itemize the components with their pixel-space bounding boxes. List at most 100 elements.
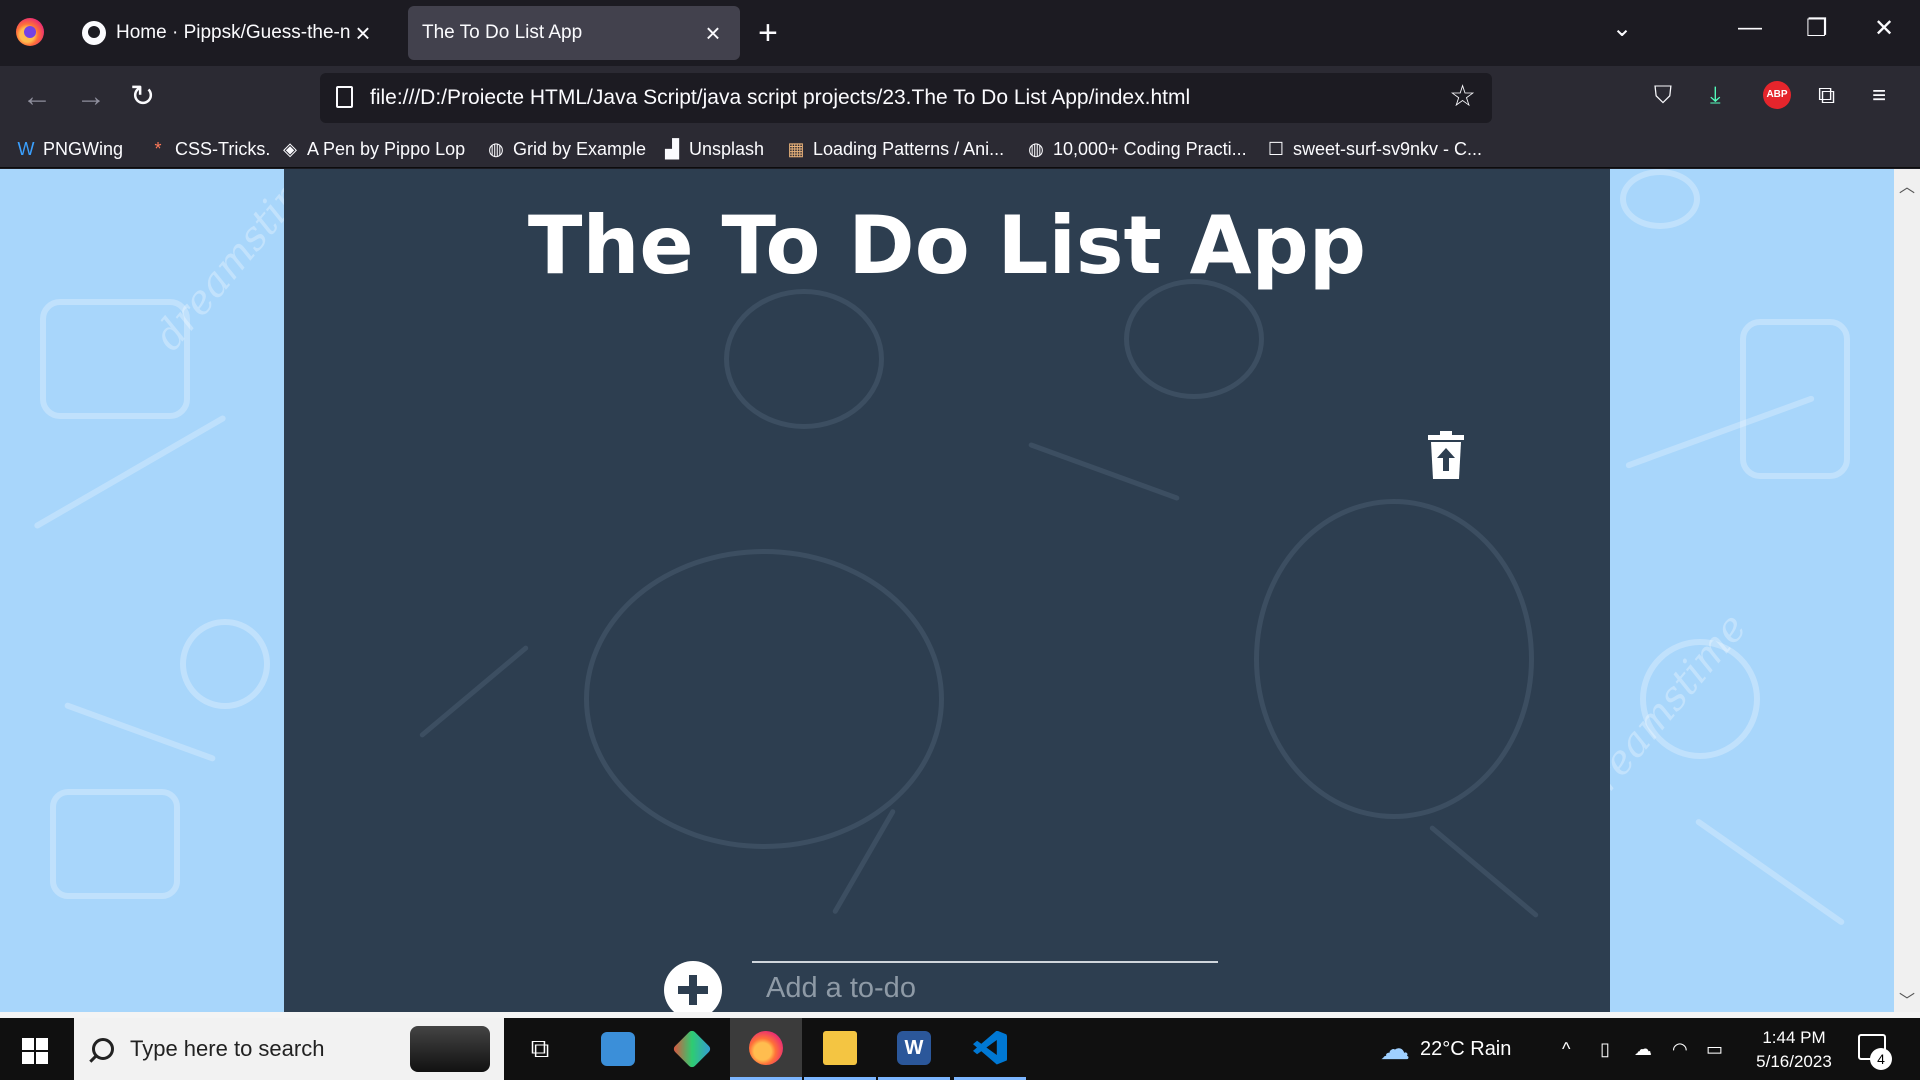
menu-icon[interactable]: ≡ (1872, 82, 1886, 110)
download-icon[interactable]: ⤓ (1710, 82, 1721, 110)
firefox-logo-icon[interactable] (16, 18, 44, 46)
bookmark-codepen[interactable]: ◈ A Pen by Pippo Lop (280, 136, 465, 162)
taskbar-app-explorer[interactable] (804, 1018, 876, 1080)
page-viewport: dreamstime dreamstime The To Do List App (0, 169, 1894, 1012)
background-doodle (1254, 499, 1534, 819)
bookmark-label: Grid by Example (513, 138, 647, 159)
taskbar-search[interactable]: Type here to search (74, 1018, 504, 1080)
page-icon: ☐ (1267, 139, 1285, 159)
page-icon (336, 86, 353, 108)
page-scrollbar[interactable]: ︿ ﹀ (1894, 169, 1920, 1012)
unsplash-icon: ▟ (665, 139, 679, 159)
todo-app-container: The To Do List App (284, 169, 1610, 1012)
camera-icon (410, 1026, 490, 1072)
github-icon (82, 21, 106, 45)
bookmark-pngwing[interactable]: W PNGWing (16, 136, 124, 162)
folder-icon (823, 1030, 857, 1065)
close-tab-icon[interactable]: × (700, 20, 726, 46)
bookmark-label: Unsplash (689, 138, 765, 159)
background-doodle (1620, 169, 1700, 229)
bookmark-label: CSS-Tricks. (175, 138, 271, 159)
todo-input[interactable] (752, 961, 1218, 1012)
bookmark-coding-practice[interactable]: ◍ 10,000+ Coding Practi... (1026, 136, 1247, 162)
task-view-glyph: ⧉ (530, 1033, 550, 1063)
forward-icon[interactable]: → (76, 80, 106, 114)
weather-widget[interactable]: ☁ 22°C Rain (1380, 1018, 1511, 1080)
back-icon[interactable]: ← (22, 80, 52, 114)
clock-date: 5/16/2023 (1756, 1052, 1832, 1071)
page-title: The To Do List App (527, 199, 1367, 292)
adblock-plus-icon[interactable]: ABP (1763, 81, 1791, 109)
battery-icon[interactable]: ▭ (1706, 1018, 1723, 1080)
tab-bar: Home · Pippsk/Guess-the-numb × The To Do… (0, 0, 1920, 66)
bookmarks-toolbar: W PNGWing * CSS-Tricks. ◈ A Pen by Pippo… (0, 130, 1920, 168)
css-tricks-icon: * (154, 139, 162, 159)
background-doodle (1694, 817, 1846, 927)
bookmark-grid-by-example[interactable]: ◍ Grid by Example (486, 136, 646, 162)
word-icon: W (897, 1030, 931, 1065)
background-doodle (1740, 319, 1850, 479)
background-doodle (50, 789, 180, 899)
search-icon (92, 1038, 114, 1060)
background-doodle (724, 289, 884, 429)
taskbar-app-snip[interactable] (656, 1018, 728, 1080)
taskbar-app-vscode[interactable] (954, 1018, 1026, 1080)
new-tab-icon[interactable]: + (758, 14, 778, 52)
taskbar-app-word[interactable]: W (878, 1018, 950, 1080)
wifi-icon[interactable]: ◠ (1672, 1018, 1688, 1080)
bookmark-star-icon[interactable]: ☆ (1449, 79, 1476, 114)
globe-icon: ◍ (488, 139, 504, 159)
url-bar[interactable]: file:///D:/Proiecte HTML/Java Script/jav… (320, 73, 1492, 123)
taskbar-app-firefox[interactable] (730, 1018, 802, 1080)
task-view-icon[interactable]: ⧉ (504, 1018, 576, 1080)
tab-github[interactable]: Home · Pippsk/Guess-the-numb × (68, 6, 390, 60)
weather-cloud-icon: ☁ (1380, 1032, 1410, 1066)
taskbar-app-pc[interactable] (582, 1018, 654, 1080)
windows-taskbar: Type here to search ⧉ W ☁ 22°C Rain ^ ▯ … (0, 1018, 1920, 1080)
tab-label: Home · Pippsk/Guess-the-numb (116, 22, 350, 43)
onedrive-icon[interactable]: ☁ (1634, 1018, 1652, 1080)
tab-todo-app[interactable]: The To Do List App × (408, 6, 740, 60)
restore-trash-icon[interactable] (1426, 431, 1466, 479)
tab-label: The To Do List App (422, 22, 583, 43)
restore-icon[interactable]: ❐ (1806, 14, 1828, 43)
bookmark-sweet-surf[interactable]: ☐ sweet-surf-sv9nkv - C... (1266, 136, 1482, 162)
url-text[interactable]: file:///D:/Proiecte HTML/Java Script/jav… (370, 86, 1190, 110)
codepen-icon: ◈ (283, 139, 297, 159)
pocket-icon[interactable]: ⛉ (1654, 82, 1672, 110)
meet-now-icon[interactable]: ▯ (1600, 1018, 1610, 1080)
background-doodle (1124, 279, 1264, 399)
loading-patterns-icon: ▦ (787, 139, 805, 159)
background-doodle (33, 414, 227, 530)
background-doodle (418, 644, 530, 739)
reload-icon[interactable]: ↻ (130, 80, 155, 114)
bookmark-loading-patterns[interactable]: ▦ Loading Patterns / Ani... (786, 136, 1004, 162)
computer-icon (601, 1032, 635, 1066)
background-doodle (584, 549, 944, 849)
bookmark-label: sweet-surf-sv9nkv - C... (1293, 138, 1483, 159)
vscode-icon (973, 1030, 1007, 1065)
bookmark-label: 10,000+ Coding Practi... (1053, 138, 1247, 159)
show-hidden-icons[interactable]: ^ (1562, 1018, 1570, 1080)
list-tabs-chevron-icon[interactable]: ⌄ (1612, 14, 1632, 43)
clock-time: 1:44 PM (1762, 1028, 1826, 1047)
close-window-icon[interactable]: ✕ (1874, 14, 1894, 43)
windows-start-icon[interactable] (22, 1038, 48, 1064)
globe-icon: ◍ (1028, 139, 1044, 159)
minimize-icon[interactable]: — (1738, 14, 1762, 42)
search-placeholder: Type here to search (130, 1036, 325, 1061)
scroll-up-icon[interactable]: ︿ (1894, 173, 1920, 197)
add-todo-button[interactable] (664, 961, 722, 1012)
firefox-icon (749, 1030, 783, 1065)
bookmark-label: PNGWing (43, 138, 124, 159)
bookmark-unsplash[interactable]: ▟ Unsplash (662, 136, 764, 162)
pngwing-icon: W (17, 139, 35, 159)
bookmark-css-tricks[interactable]: * CSS-Tricks. (148, 136, 270, 162)
system-clock[interactable]: 1:44 PM 5/16/2023 (1740, 1026, 1848, 1074)
extensions-icon[interactable]: ⧉ (1818, 82, 1835, 110)
weather-text: 22°C Rain (1420, 1037, 1512, 1060)
scroll-down-icon[interactable]: ﹀ (1894, 987, 1920, 1011)
background-doodle (180, 619, 270, 709)
background-doodle (1027, 441, 1181, 502)
close-tab-icon[interactable]: × (350, 20, 376, 46)
